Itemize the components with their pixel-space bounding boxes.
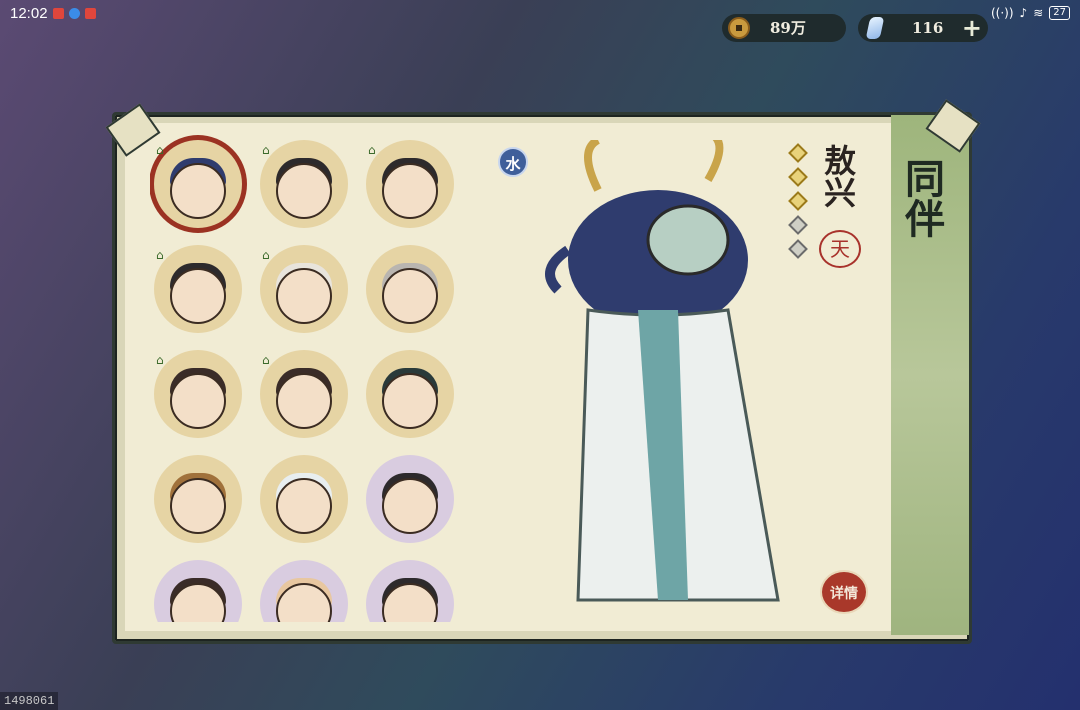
portrait-face bbox=[382, 478, 438, 535]
companion-slot-grey-hair[interactable] bbox=[366, 245, 454, 333]
home-icon: ⌂ bbox=[156, 143, 164, 157]
home-icon: ⌂ bbox=[156, 248, 164, 262]
portrait-face bbox=[276, 163, 332, 220]
companion-portrait bbox=[545, 140, 780, 602]
portrait-face bbox=[170, 373, 226, 430]
app-notification-icon bbox=[53, 8, 64, 19]
companion-slot-snake[interactable] bbox=[366, 350, 454, 438]
portrait-face bbox=[382, 373, 438, 430]
coin-icon bbox=[728, 17, 750, 39]
companion-grid: ⌂ ⌂ ⌂ ⌂ ⌂ ⌂ ⌂ bbox=[150, 132, 470, 622]
companion-slot-official[interactable] bbox=[366, 560, 454, 622]
portrait-face bbox=[382, 268, 438, 325]
app-notification-icon bbox=[69, 8, 80, 19]
clock: 12:02 bbox=[10, 5, 48, 22]
gem-counter[interactable]: 116 + bbox=[858, 14, 988, 42]
gem-amount: 116 bbox=[912, 19, 944, 37]
portrait-face bbox=[170, 478, 226, 535]
nfc-icon: ((·)) bbox=[990, 6, 1014, 20]
portrait-face bbox=[382, 163, 438, 220]
wifi-icon: ≋ bbox=[1033, 6, 1044, 20]
coin-counter[interactable]: 89万 bbox=[722, 14, 846, 42]
app-notification-icon bbox=[85, 8, 96, 19]
portrait-face bbox=[170, 163, 226, 220]
portrait-face bbox=[170, 268, 226, 325]
gem-icon bbox=[865, 17, 885, 39]
home-icon: ⌂ bbox=[262, 353, 270, 367]
companion-slot-deer[interactable] bbox=[154, 455, 242, 543]
companion-slot-goat[interactable] bbox=[260, 455, 348, 543]
companion-slot-child-blue[interactable] bbox=[366, 455, 454, 543]
home-icon: ⌂ bbox=[368, 143, 376, 157]
home-icon: ⌂ bbox=[262, 248, 270, 262]
star-icon bbox=[788, 239, 808, 259]
portrait-face bbox=[276, 478, 332, 535]
rank-badge: 天 bbox=[819, 230, 861, 268]
mute-icon: ♪ bbox=[1019, 6, 1028, 20]
star-icon bbox=[788, 215, 808, 235]
home-icon: ⌂ bbox=[156, 353, 164, 367]
star-icon bbox=[788, 167, 808, 187]
star-rating bbox=[788, 143, 808, 266]
portrait-face bbox=[276, 268, 332, 325]
companion-slot-girl-buns[interactable] bbox=[154, 560, 242, 622]
companion-slot-monkey[interactable] bbox=[260, 560, 348, 622]
star-icon bbox=[788, 191, 808, 211]
element-badge: 水 bbox=[498, 147, 528, 177]
portrait-face bbox=[276, 373, 332, 430]
panel-title: 同伴 bbox=[898, 158, 945, 238]
battery-icon: 27 bbox=[1049, 6, 1070, 20]
build-id: 1498061 bbox=[0, 692, 59, 710]
home-icon: ⌂ bbox=[262, 143, 270, 157]
coin-amount: 89万 bbox=[770, 19, 806, 37]
companion-name: 敖兴 bbox=[819, 144, 857, 208]
add-gems-button[interactable]: + bbox=[962, 14, 982, 42]
star-icon bbox=[788, 143, 808, 163]
details-button[interactable]: 详情 bbox=[820, 570, 868, 614]
